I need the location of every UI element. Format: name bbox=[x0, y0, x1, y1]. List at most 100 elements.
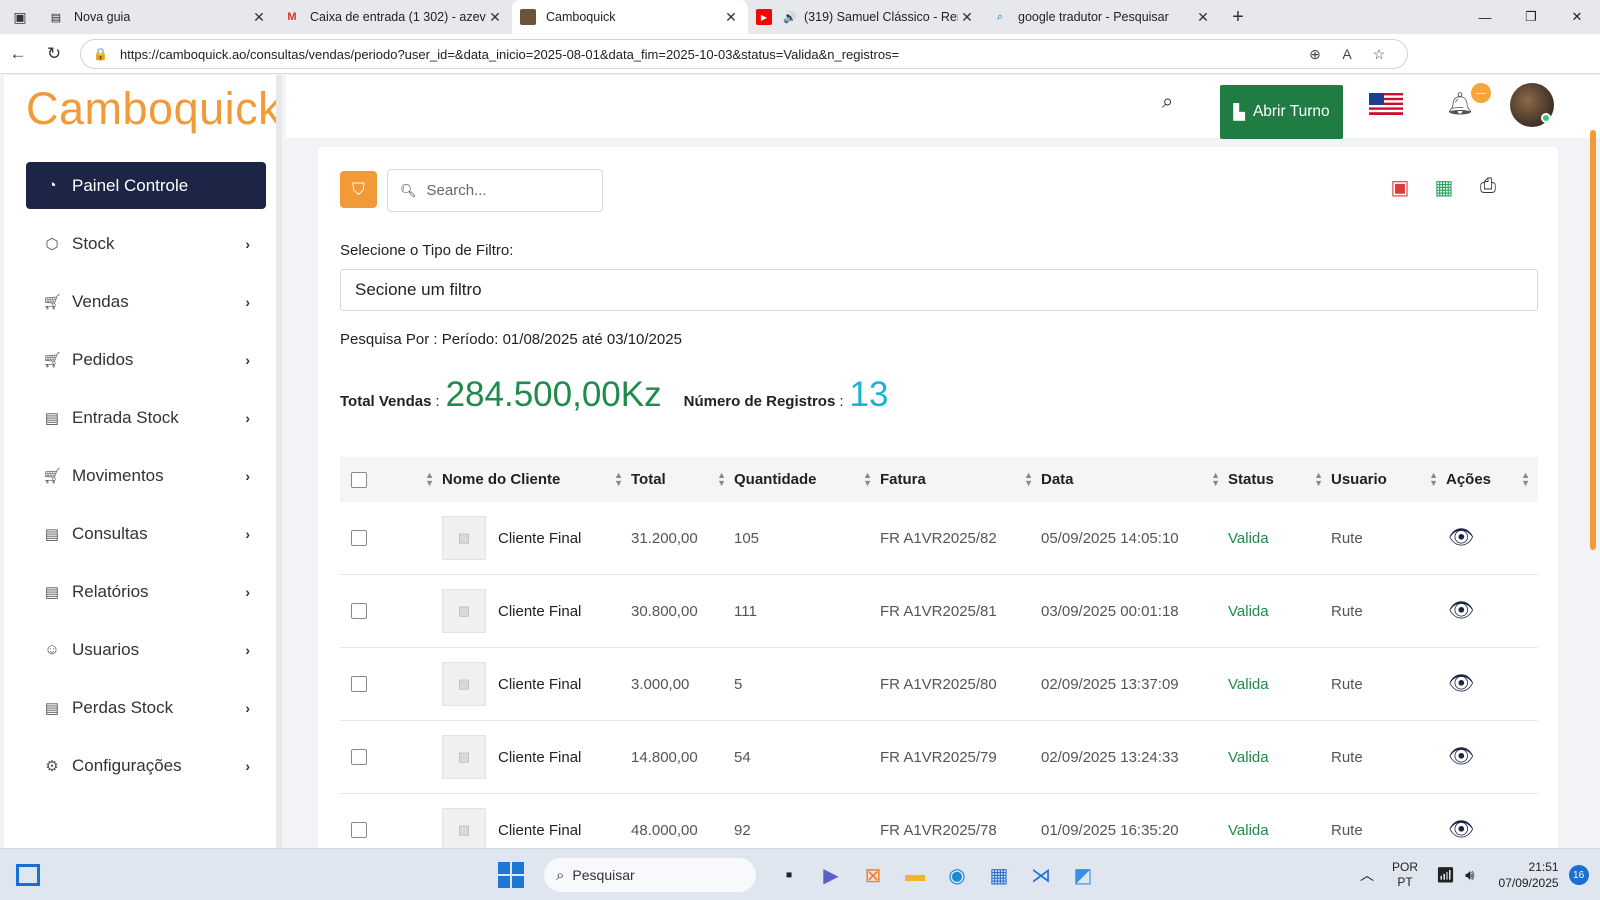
header-usuario[interactable]: Usuario ▲ ▼ bbox=[1331, 457, 1446, 502]
header-data[interactable]: Data ▲ ▼ bbox=[1041, 457, 1228, 502]
close-icon[interactable]: ✕ bbox=[722, 9, 740, 26]
close-window-icon[interactable]: ✕ bbox=[1554, 0, 1600, 34]
view-eye-icon[interactable]: 👁︎ bbox=[1446, 526, 1475, 550]
tab-actions-icon[interactable]: ▣ bbox=[0, 0, 40, 34]
sidebar-item-entrada-stock[interactable]: ▤ Entrada Stock › bbox=[26, 394, 266, 441]
sort-icon[interactable]: ▲ ▼ bbox=[1314, 471, 1323, 488]
header-status[interactable]: Status ▲ ▼ bbox=[1228, 457, 1331, 502]
minimize-icon[interactable]: — bbox=[1462, 0, 1508, 34]
table-row: ▨ Cliente Final 30.800,00 111 FR A1VR2025… bbox=[340, 575, 1538, 648]
photos-icon[interactable]: ◩ bbox=[1062, 857, 1104, 893]
widgets-icon[interactable] bbox=[16, 864, 40, 886]
sidebar-item-relatorios[interactable]: ▤ Relatórios › bbox=[26, 568, 266, 615]
row-checkbox[interactable] bbox=[351, 530, 367, 546]
edge-icon[interactable]: ◉ bbox=[936, 857, 978, 893]
logo[interactable]: Camboquick bbox=[26, 83, 281, 135]
url-field[interactable]: 🔒 https://camboquick.ao/consultas/vendas… bbox=[80, 39, 1408, 69]
sidebar-item-configuracoes[interactable]: ⚙ Configurações › bbox=[26, 742, 266, 789]
table-row: ▨ Cliente Final 31.200,00 105 FR A1VR2025… bbox=[340, 502, 1538, 575]
close-icon[interactable]: ✕ bbox=[250, 9, 268, 26]
view-eye-icon[interactable]: 👁︎ bbox=[1446, 599, 1475, 623]
cell-quantidade: 5 bbox=[734, 675, 743, 693]
search-input[interactable] bbox=[426, 182, 587, 199]
document-icon: ▤ bbox=[44, 409, 60, 427]
select-all-checkbox[interactable] bbox=[351, 471, 367, 488]
lock-icon[interactable]: 🔒 bbox=[93, 47, 108, 61]
close-icon[interactable]: ✕ bbox=[486, 9, 504, 26]
favorite-star-icon[interactable]: ☆ bbox=[1363, 46, 1395, 63]
filter-type-select[interactable]: Secione um filtro bbox=[340, 269, 1538, 311]
bell-icon[interactable]: 🔔︎ bbox=[1446, 91, 1474, 117]
sidebar-item-consultas[interactable]: ▤ Consultas › bbox=[26, 510, 266, 557]
excel-export-icon[interactable]: ▦ bbox=[1422, 175, 1466, 200]
close-icon[interactable]: ✕ bbox=[1194, 9, 1212, 26]
wifi-icon[interactable]: 📶︎ bbox=[1436, 866, 1455, 884]
notification-count-badge[interactable]: 16 bbox=[1568, 865, 1589, 885]
speaker-icon[interactable]: 🔊 bbox=[782, 9, 798, 25]
chevron-up-icon[interactable]: ︿ bbox=[1360, 865, 1374, 885]
browser-tab[interactable]: ▶ 🔊 (319) Samuel Clássico - Renc ✕ bbox=[748, 0, 984, 34]
abrir-turno-button[interactable]: ▙ Abrir Turno bbox=[1220, 85, 1343, 139]
clock[interactable]: 21:51 07/09/2025 bbox=[1499, 859, 1559, 891]
file-explorer-icon[interactable]: ▬ bbox=[894, 857, 936, 893]
row-checkbox[interactable] bbox=[351, 676, 367, 692]
header-acoes[interactable]: Ações ▲ ▼ bbox=[1446, 457, 1538, 502]
print-icon[interactable]: ⎙ bbox=[1466, 175, 1510, 200]
volume-icon[interactable]: 🔊︎ bbox=[1465, 867, 1474, 884]
sidebar-scrollbar[interactable] bbox=[276, 75, 282, 848]
sidebar-item-painel-controle[interactable]: ◔ Painel Controle bbox=[26, 162, 266, 209]
meet-icon[interactable]: ▶ bbox=[810, 857, 852, 893]
view-eye-icon[interactable]: 👁︎ bbox=[1446, 745, 1475, 769]
restore-icon[interactable]: ❐ bbox=[1508, 0, 1554, 34]
sort-icon[interactable]: ▲ ▼ bbox=[1521, 471, 1530, 488]
page-scrollbar[interactable] bbox=[1590, 130, 1596, 550]
header-cliente[interactable]: Nome do Cliente ▲ ▼ bbox=[442, 457, 631, 502]
reload-icon[interactable]: ↻ bbox=[36, 44, 72, 64]
header-fatura[interactable]: Fatura ▲ ▼ bbox=[880, 457, 1041, 502]
store-icon[interactable]: ▦ bbox=[978, 857, 1020, 893]
new-tab-button[interactable]: + bbox=[1220, 0, 1256, 34]
sidebar-item-vendas[interactable]: 🛒︎ Vendas › bbox=[26, 278, 266, 325]
row-checkbox[interactable] bbox=[351, 749, 367, 765]
row-checkbox[interactable] bbox=[351, 822, 367, 838]
row-checkbox[interactable] bbox=[351, 603, 367, 619]
browser-tab-active[interactable]: Camboquick ✕ bbox=[512, 0, 748, 34]
search-icon: 🔍︎ bbox=[400, 182, 417, 198]
table-row: ▨ Cliente Final 3.000,00 5 FR A1VR2025/80… bbox=[340, 648, 1538, 721]
sort-icon[interactable]: ▲ ▼ bbox=[717, 471, 726, 488]
close-icon[interactable]: ✕ bbox=[958, 9, 976, 26]
back-icon[interactable]: ← bbox=[0, 44, 36, 64]
sort-icon[interactable]: ▲ ▼ bbox=[1024, 471, 1033, 488]
sidebar-item-movimentos[interactable]: 🛒︎ Movimentos › bbox=[26, 452, 266, 499]
filter-button[interactable]: ⛉ bbox=[340, 171, 377, 208]
sidebar-item-pedidos[interactable]: 🛒︎ Pedidos › bbox=[26, 336, 266, 383]
read-aloud-icon[interactable]: A bbox=[1331, 46, 1363, 62]
pdf-export-icon[interactable]: ▣ bbox=[1378, 175, 1422, 200]
search-box[interactable]: 🔍︎ bbox=[387, 169, 603, 212]
browser-tab[interactable]: ▤ Nova guia ✕ bbox=[40, 0, 276, 34]
xampp-icon[interactable]: ⊠ bbox=[852, 857, 894, 893]
taskbar-search[interactable]: ⌕ Pesquisar bbox=[544, 858, 756, 892]
sort-icon[interactable]: ▲ ▼ bbox=[863, 471, 872, 488]
vscode-icon[interactable]: ⋊ bbox=[1020, 857, 1062, 893]
search-icon[interactable]: ⌕ bbox=[1162, 91, 1173, 114]
header-quantidade[interactable]: Quantidade ▲ ▼ bbox=[734, 457, 880, 502]
us-flag-icon[interactable] bbox=[1369, 93, 1403, 115]
sidebar-item-usuarios[interactable]: ☺ Usuarios › bbox=[26, 626, 266, 673]
sidebar-item-stock[interactable]: ⬡ Stock › bbox=[26, 220, 266, 267]
sidebar-item-perdas-stock[interactable]: ▤ Perdas Stock › bbox=[26, 684, 266, 731]
sort-icon[interactable]: ▲ ▼ bbox=[425, 471, 434, 488]
browser-tab[interactable]: M Caixa de entrada (1 302) - azeved ✕ bbox=[276, 0, 512, 34]
sort-icon[interactable]: ▲ ▼ bbox=[614, 471, 623, 488]
header-total[interactable]: Total ▲ ▼ bbox=[631, 457, 734, 502]
language-indicator[interactable]: POR PT bbox=[1392, 860, 1418, 890]
view-eye-icon[interactable]: 👁︎ bbox=[1446, 818, 1475, 842]
sort-icon[interactable]: ▲ ▼ bbox=[1429, 471, 1438, 488]
header-label: Ações bbox=[1446, 471, 1492, 488]
task-view-icon[interactable]: ▪ bbox=[768, 857, 810, 893]
view-eye-icon[interactable]: 👁︎ bbox=[1446, 672, 1475, 696]
browser-tab[interactable]: ⌕ google tradutor - Pesquisar ✕ bbox=[984, 0, 1220, 34]
windows-start-icon[interactable] bbox=[498, 862, 524, 888]
zoom-icon[interactable]: ⊕ bbox=[1299, 46, 1331, 63]
sort-icon[interactable]: ▲ ▼ bbox=[1211, 471, 1220, 488]
